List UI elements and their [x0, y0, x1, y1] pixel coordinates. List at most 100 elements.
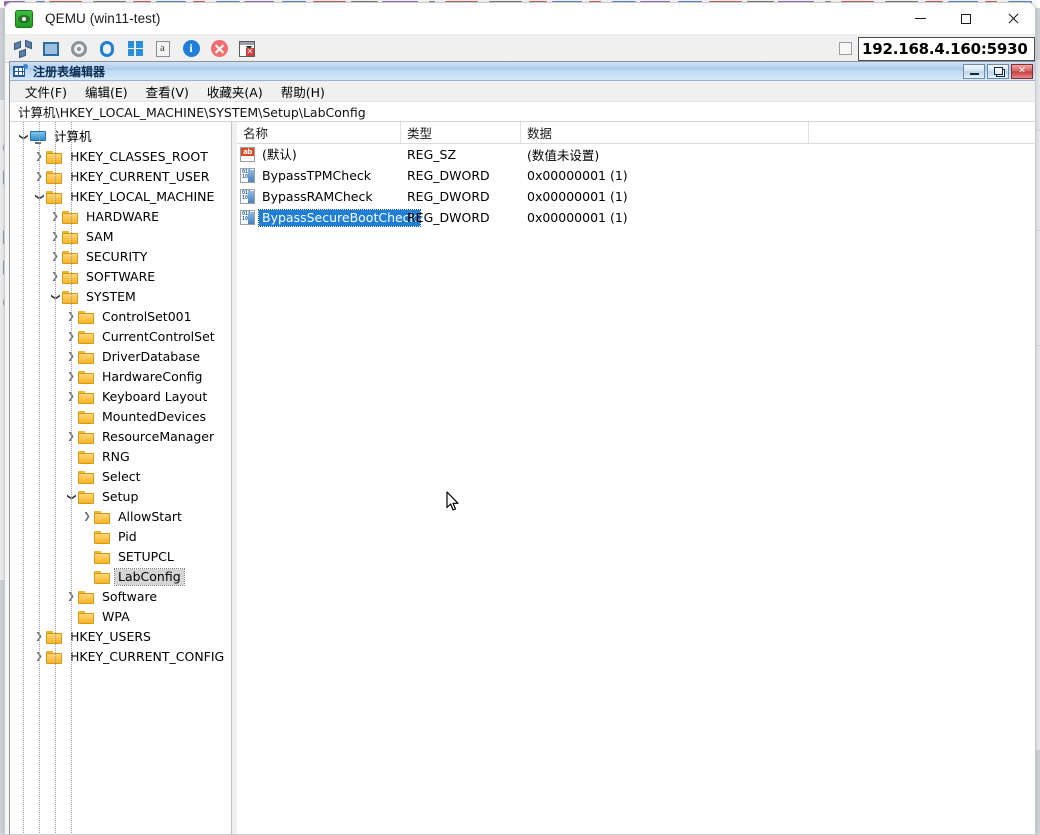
folder-icon	[46, 190, 62, 204]
registry-tree-pane[interactable]: ❯ 计算机 ❯ HKEY_CLASSES_ROOT ❯ HKEY_CURRENT_USER…	[10, 122, 232, 834]
tree-node-hkey-current-user[interactable]: ❯ HKEY_CURRENT_USER	[10, 167, 231, 187]
qemu-window: QEMU (win11-test) i ✕	[4, 2, 1036, 835]
tree-node-label: DriverDatabase	[102, 349, 201, 364]
menu-favorites[interactable]: 收藏夹(A)	[198, 80, 272, 103]
folder-icon	[78, 350, 94, 364]
tree-node-wpa[interactable]: WPA	[10, 607, 231, 627]
column-header-type[interactable]: 类型	[401, 122, 521, 143]
tree-node-label: 计算机	[54, 129, 92, 144]
values-column-headers: 名称 类型 数据	[237, 122, 1035, 144]
tree-node-rng[interactable]: RNG	[10, 447, 231, 467]
tree-node-setup[interactable]: ❯ Setup	[10, 487, 231, 507]
registry-editor-menubar: 文件(F) 编辑(E) 查看(V) 收藏夹(A) 帮助(H)	[10, 80, 1035, 103]
table-row[interactable]: ab (默认) REG_SZ (数值未设置)	[237, 144, 1035, 165]
tree-node-pid[interactable]: Pid	[10, 527, 231, 547]
menu-file[interactable]: 文件(F)	[16, 80, 76, 103]
tree-node-hardware[interactable]: ❯ HARDWARE	[10, 207, 231, 227]
tree-node-label: HKEY_LOCAL_MACHINE	[70, 189, 215, 204]
tree-node-security[interactable]: ❯ SECURITY	[10, 247, 231, 267]
tree-node-label: SOFTWARE	[86, 269, 156, 284]
table-row[interactable]: 011 100 BypassRAMCheck REG_DWORD 0x00000001 …	[237, 186, 1035, 207]
column-header-data[interactable]: 数据	[521, 122, 809, 143]
dword-value-icon: 011 100	[240, 210, 255, 225]
refresh-icon[interactable]	[97, 39, 117, 59]
tree-node-keyboard-layout[interactable]: ❯ Keyboard Layout	[10, 387, 231, 407]
registry-editor-titlebar[interactable]: 注册表编辑器 ✕	[10, 62, 1035, 81]
value-name-cell: ab (默认)	[237, 147, 401, 163]
folder-icon	[46, 650, 62, 664]
regedit-close-button[interactable]: ✕	[1011, 63, 1033, 79]
value-data-cell: 0x00000001 (1)	[527, 168, 628, 183]
tree-node-hardwareconfig[interactable]: ❯ HardwareConfig	[10, 367, 231, 387]
tree-node-sam[interactable]: ❯ SAM	[10, 227, 231, 247]
table-row[interactable]: 011 100 BypassSecureBootCheck REG_DWORD 0x00…	[237, 207, 1035, 228]
menu-view[interactable]: 查看(V)	[137, 80, 198, 103]
fullscreen-icon[interactable]	[41, 39, 61, 59]
chevron-right-icon[interactable]: ❯	[80, 507, 94, 527]
tree-node-currentcontrolset[interactable]: ❯ CurrentControlSet	[10, 327, 231, 347]
tree-node-leaf-spacer	[80, 527, 94, 547]
tree-node-software[interactable]: ❯ Software	[10, 587, 231, 607]
tree-node-hkey-users[interactable]: ❯ HKEY_USERS	[10, 627, 231, 647]
menu-edit[interactable]: 编辑(E)	[76, 80, 137, 103]
tree-node-label: ControlSet001	[102, 309, 192, 324]
tree-node-label: WPA	[102, 609, 130, 624]
qemu-address-input[interactable]: 192.168.4.160:5930	[858, 36, 1035, 61]
tree-node-hkey-current-config[interactable]: ❯ HKEY_CURRENT_CONFIG	[10, 647, 231, 667]
value-name-label: (默认)	[262, 146, 297, 162]
folder-icon	[62, 250, 78, 264]
windows-logo-icon[interactable]	[125, 39, 145, 59]
folder-icon	[78, 310, 94, 324]
values-list: ab (默认) REG_SZ (数值未设置) 011 100 BypassTPMCheck R…	[237, 144, 1035, 228]
tree-node-label: HKEY_CLASSES_ROOT	[70, 149, 208, 164]
tree-node-hkey-local-machine[interactable]: ❯ HKEY_LOCAL_MACHINE	[10, 187, 231, 207]
tree-node-system[interactable]: ❯ SYSTEM	[10, 287, 231, 307]
folder-icon	[78, 610, 94, 624]
qemu-address-checkbox[interactable]	[839, 42, 852, 55]
tree-node-resourcemanager[interactable]: ❯ ResourceManager	[10, 427, 231, 447]
column-header-name[interactable]: 名称	[237, 122, 401, 143]
tree-node-software[interactable]: ❯ SOFTWARE	[10, 267, 231, 287]
regedit-restore-button[interactable]	[987, 63, 1009, 79]
regedit-minimize-button[interactable]	[963, 63, 985, 79]
folder-icon	[78, 490, 94, 504]
folder-icon	[94, 570, 110, 584]
tree-node-mounteddevices[interactable]: MountedDevices	[10, 407, 231, 427]
tree-node-driverdatabase[interactable]: ❯ DriverDatabase	[10, 347, 231, 367]
tree-node-label: SECURITY	[86, 249, 148, 264]
gear-icon[interactable]	[69, 39, 89, 59]
tree-node-labconfig[interactable]: LabConfig	[10, 567, 231, 587]
network-icon[interactable]	[13, 39, 33, 59]
folder-icon	[62, 230, 78, 244]
tree-node-allowstart[interactable]: ❯ AllowStart	[10, 507, 231, 527]
registry-path-bar[interactable]: 计算机\HKEY_LOCAL_MACHINE\SYSTEM\Setup\LabC…	[10, 102, 1035, 122]
tree-node-label: SAM	[86, 229, 114, 244]
tree-node-label: Select	[102, 469, 141, 484]
folder-icon	[78, 370, 94, 384]
qemu-maximize-button[interactable]	[943, 3, 989, 35]
tree-node-select[interactable]: Select	[10, 467, 231, 487]
qemu-close-button[interactable]	[989, 3, 1035, 35]
folder-icon	[78, 450, 94, 464]
stop-icon[interactable]	[209, 39, 229, 59]
tree-node-controlset001[interactable]: ❯ ControlSet001	[10, 307, 231, 327]
folder-icon	[78, 590, 94, 604]
value-type-cell: REG_SZ	[407, 147, 457, 162]
folder-icon	[62, 270, 78, 284]
document-icon[interactable]	[153, 39, 173, 59]
computer-icon	[30, 130, 46, 144]
close-window-icon[interactable]: ✕	[237, 39, 257, 59]
value-name-label: BypassTPMCheck	[262, 167, 372, 183]
tree-node-setupcl[interactable]: SETUPCL	[10, 547, 231, 567]
info-icon[interactable]: i	[181, 39, 201, 59]
menu-help[interactable]: 帮助(H)	[272, 80, 334, 103]
tree-node-label: SETUPCL	[118, 549, 174, 564]
registry-values-pane[interactable]: 名称 类型 数据 ab (默认) REG_SZ (数值未设置) 011 100 Bypass…	[237, 122, 1035, 834]
value-type-cell: REG_DWORD	[407, 189, 490, 204]
qemu-titlebar[interactable]: QEMU (win11-test)	[5, 3, 1035, 35]
folder-icon	[46, 170, 62, 184]
qemu-minimize-button[interactable]	[897, 3, 943, 35]
tree-node-hkey-classes-root[interactable]: ❯ HKEY_CLASSES_ROOT	[10, 147, 231, 167]
tree-node--[interactable]: ❯ 计算机	[10, 127, 231, 147]
table-row[interactable]: 011 100 BypassTPMCheck REG_DWORD 0x00000001 …	[237, 165, 1035, 186]
